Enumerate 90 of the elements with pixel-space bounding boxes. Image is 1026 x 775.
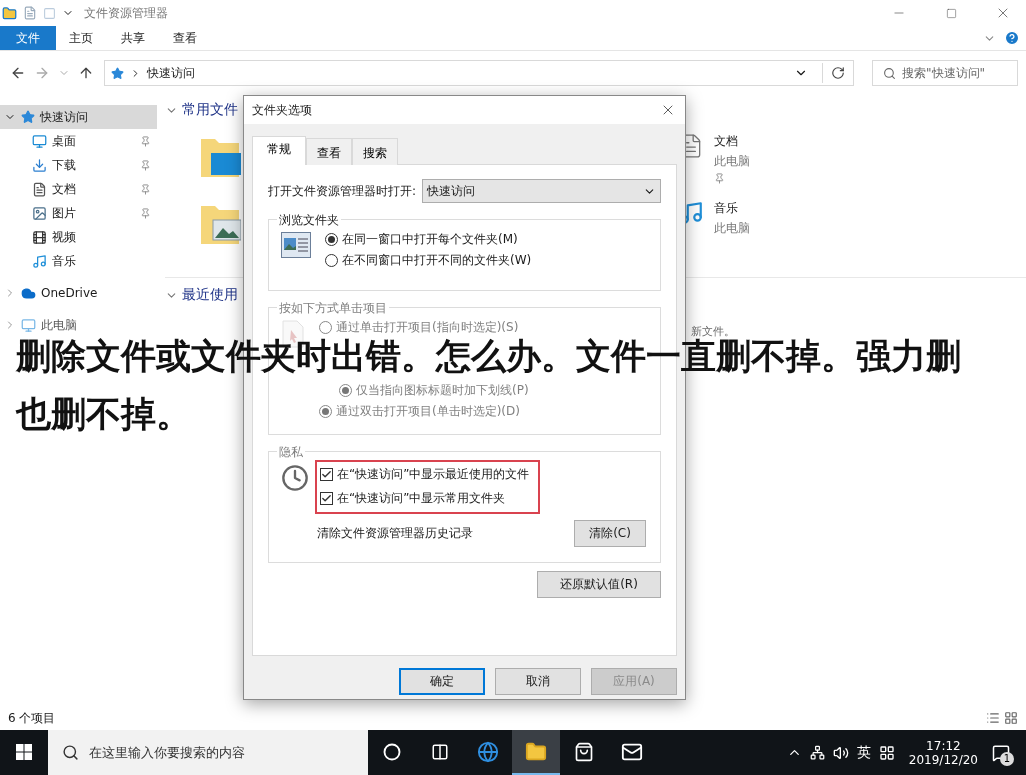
open-with-dropdown[interactable]: 快速访问 bbox=[422, 179, 661, 203]
option-label: 通过单击打开项目(指向时选定)(S) bbox=[336, 319, 519, 336]
shopping-bag-icon bbox=[574, 741, 594, 762]
keyboard-grid-icon[interactable] bbox=[878, 744, 895, 761]
search-field[interactable]: 搜索"快速访问" bbox=[872, 60, 1018, 86]
option-label: 仅当指向图标标题时加下划线(P) bbox=[356, 382, 529, 399]
taskbar-search-field[interactable]: 在这里输入你要搜索的内容 bbox=[48, 730, 368, 775]
film-icon bbox=[32, 229, 47, 245]
group-title: 按如下方式单击项目 bbox=[277, 300, 389, 317]
section-title: 常用文件 bbox=[182, 101, 238, 119]
star-icon bbox=[21, 110, 35, 124]
ribbon-tab[interactable]: 主页 bbox=[56, 26, 106, 50]
dialog-button[interactable]: 取消 bbox=[495, 668, 581, 695]
option-label: 在同一窗口中打开每个文件夹(M) bbox=[342, 231, 518, 248]
section-title: 最近使用 bbox=[182, 286, 238, 304]
music-note-icon bbox=[32, 253, 47, 269]
dialog-tab[interactable]: 查看 bbox=[306, 138, 352, 165]
search-placeholder: 在这里输入你要搜索的内容 bbox=[89, 743, 245, 762]
sidebar-item[interactable]: 视频 bbox=[0, 225, 157, 249]
sidebar-item[interactable]: 图片 bbox=[0, 201, 157, 225]
clear-button[interactable]: 清除(C) bbox=[574, 520, 646, 547]
window-title: 文件资源管理器 bbox=[84, 4, 169, 22]
star-icon bbox=[111, 66, 124, 80]
item-count: 6 个项目 bbox=[8, 709, 56, 727]
refresh-icon bbox=[831, 66, 845, 80]
input-method-indicator[interactable]: 英 bbox=[856, 743, 871, 762]
search-placeholder: 搜索"快速访问" bbox=[902, 64, 986, 82]
large-icons-view-icon[interactable] bbox=[1004, 711, 1018, 725]
window-layout-icon bbox=[281, 232, 311, 258]
restore-defaults-button[interactable]: 还原默认值(R) bbox=[537, 571, 661, 598]
sidebar-item[interactable]: 快速访问 bbox=[0, 105, 157, 129]
group-title: 隐私 bbox=[277, 444, 305, 461]
ribbon-tab[interactable]: 共享 bbox=[108, 26, 158, 50]
checkbox[interactable] bbox=[320, 492, 333, 505]
checkbox-label: 在“快速访问”中显示常用文件夹 bbox=[337, 490, 506, 507]
network-icon[interactable] bbox=[809, 745, 825, 760]
details-view-icon[interactable] bbox=[986, 711, 1000, 725]
sidebar-item[interactable]: 下载 bbox=[0, 153, 157, 177]
empty-hint: 新文件。 bbox=[691, 324, 735, 338]
address-path: 快速访问 bbox=[147, 64, 196, 82]
sidebar-item[interactable]: 音乐 bbox=[0, 249, 157, 273]
picture-icon bbox=[32, 205, 47, 221]
download-icon bbox=[32, 157, 47, 173]
notifications-icon[interactable] bbox=[992, 743, 1010, 762]
folder-location: 此电脑 bbox=[714, 220, 750, 237]
folder-name: 文档 bbox=[714, 133, 739, 150]
checkbox-label: 在“快速访问”中显示最近使用的文件 bbox=[337, 466, 530, 483]
cloud-icon bbox=[21, 285, 36, 301]
circle-icon bbox=[383, 742, 401, 761]
dialog-tab[interactable]: 常规 bbox=[252, 136, 306, 165]
forward-arrow-icon bbox=[34, 65, 50, 81]
monitor-icon bbox=[32, 133, 47, 149]
folder-icon bbox=[525, 740, 547, 763]
ribbon-tab[interactable]: 查看 bbox=[160, 26, 210, 50]
sidebar-item[interactable]: OneDrive bbox=[0, 281, 157, 305]
computer-icon bbox=[21, 317, 36, 333]
help-icon[interactable] bbox=[1004, 30, 1020, 46]
sidebar-item[interactable]: 此电脑 bbox=[0, 313, 157, 337]
volume-icon[interactable] bbox=[832, 744, 849, 761]
clock[interactable]: 17:12 2019/12/20 bbox=[902, 738, 984, 767]
globe-icon bbox=[477, 740, 499, 763]
checkbox[interactable] bbox=[320, 468, 333, 481]
ribbon-tab[interactable]: 文件 bbox=[0, 26, 56, 50]
document-icon bbox=[32, 181, 47, 197]
folder-location: 此电脑 bbox=[714, 153, 750, 170]
search-icon bbox=[62, 744, 79, 761]
restore-icon bbox=[945, 7, 957, 19]
check-icon bbox=[321, 493, 332, 504]
sidebar-item[interactable]: 桌面 bbox=[0, 129, 157, 153]
dialog-title: 文件夹选项 bbox=[252, 101, 312, 119]
open-with-label: 打开文件资源管理器时打开: bbox=[268, 182, 417, 200]
address-bar[interactable]: 快速访问 bbox=[104, 60, 854, 86]
windows-logo-icon bbox=[16, 743, 32, 760]
sidebar-item[interactable]: 文档 bbox=[0, 177, 157, 201]
caption-line: 删除文件或文件夹时出错。怎么办。文件一直删不掉。强力删 bbox=[16, 338, 961, 374]
group-title: 浏览文件夹 bbox=[277, 212, 341, 229]
properties-icon[interactable] bbox=[23, 6, 37, 20]
option-label: 在不同窗口中打开不同的文件夹(W) bbox=[342, 252, 532, 269]
task-view-icon bbox=[431, 742, 449, 761]
clear-history-label: 清除文件资源管理器历史记录 bbox=[317, 525, 473, 542]
folder-name: 音乐 bbox=[714, 200, 739, 217]
dialog-button[interactable]: 确定 bbox=[399, 668, 485, 695]
folder-icon bbox=[2, 5, 17, 21]
search-icon bbox=[883, 66, 896, 80]
taskbar-app-button[interactable] bbox=[512, 730, 560, 775]
caption-line: 也删不掉。 bbox=[16, 396, 191, 432]
dialog-tab[interactable]: 搜索 bbox=[352, 138, 398, 165]
notification-count: 1 bbox=[1000, 751, 1014, 766]
check-icon bbox=[321, 469, 332, 480]
option-label: 通过双击打开项目(单击时选定)(D) bbox=[336, 403, 520, 420]
